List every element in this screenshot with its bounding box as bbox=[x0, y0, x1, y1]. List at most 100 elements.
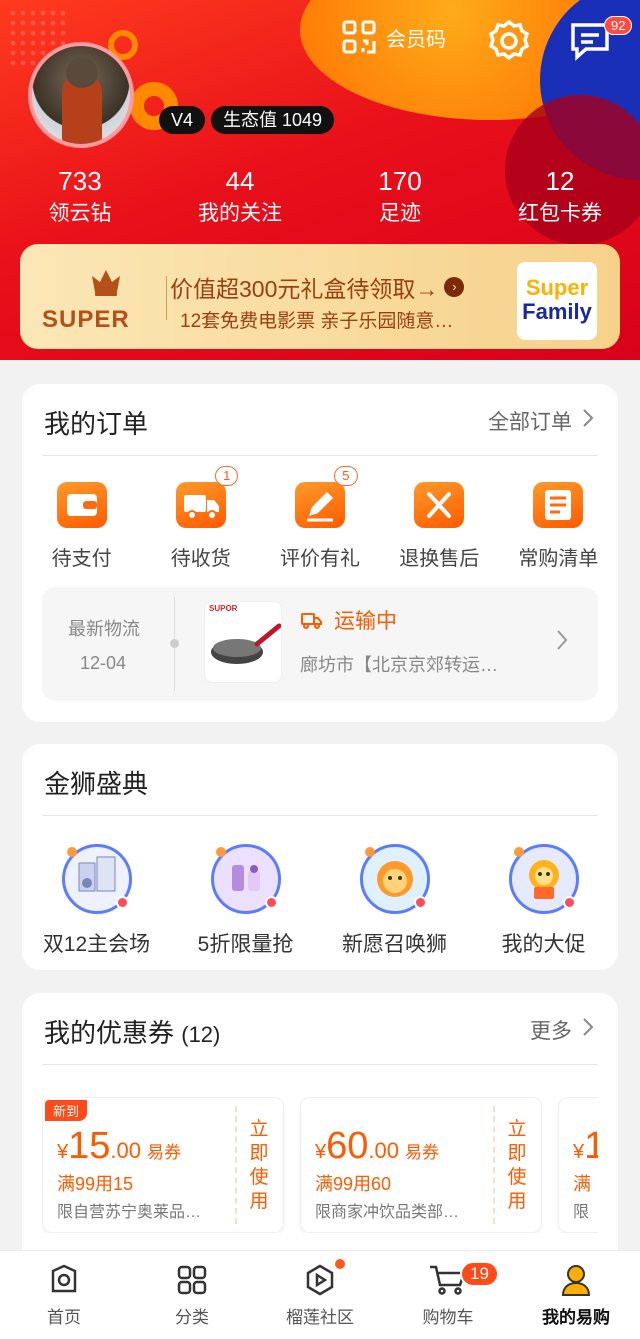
play-community-icon bbox=[306, 1264, 334, 1296]
all-orders-link[interactable]: 全部订单 bbox=[488, 406, 594, 436]
super-headline: 价值超300元礼盒待领取→ › bbox=[170, 270, 465, 304]
chevron-right-icon bbox=[556, 629, 568, 657]
stat-value: 44 bbox=[225, 166, 255, 196]
pen-icon bbox=[295, 482, 345, 528]
stat-value: 12 bbox=[545, 166, 575, 196]
currency-symbol: ¥ bbox=[57, 1141, 69, 1163]
lion-item-main-venue[interactable]: 双12主会场 bbox=[22, 844, 171, 958]
coupon-amount: ¥ 60 .00 易券 bbox=[315, 1126, 439, 1166]
coupon-item[interactable]: ¥ 60 .00 易券 满99用60 限商家冲饮品类部… 立即使用 bbox=[300, 1097, 542, 1233]
gear-icon bbox=[488, 19, 530, 61]
lion-item-label: 双12主会场 bbox=[42, 933, 151, 956]
lion-gift-icon bbox=[508, 844, 579, 914]
stat-label: 足迹 bbox=[379, 202, 421, 225]
order-review[interactable]: 5 评价有礼 bbox=[260, 466, 379, 571]
eco-value-badge[interactable]: 生态值 1049 bbox=[211, 106, 335, 134]
logistics-status-text: 运输中 bbox=[334, 610, 397, 633]
level-badge[interactable]: V4 bbox=[159, 106, 206, 134]
currency-symbol: ¥ bbox=[573, 1141, 585, 1163]
coupon-divider bbox=[493, 1106, 495, 1224]
wallet-icon bbox=[56, 482, 107, 528]
lion-item-half-price[interactable]: 5折限量抢 bbox=[171, 844, 320, 958]
coupon-description: 限商家冲饮品类部… bbox=[315, 1204, 460, 1221]
coupon-item-partial[interactable]: ¥ 1 满 限 bbox=[558, 1097, 598, 1233]
stat-value: 733 bbox=[58, 166, 102, 196]
orange-dot bbox=[66, 847, 77, 857]
super-member-banner[interactable]: SUPER 价值超300元礼盒待领取→ › 12套免费电影票 亲子乐园随意… S… bbox=[20, 244, 620, 349]
tab-home[interactable]: 首页 bbox=[0, 1251, 128, 1339]
chevron-right-icon bbox=[582, 408, 594, 434]
tab-cart[interactable]: 19 购物车 bbox=[384, 1251, 512, 1339]
coupon-item[interactable]: 新到 ¥ 15 .00 易券 满99用15 限自营苏宁奥莱品… 立即使用 bbox=[42, 1097, 284, 1233]
stat-following[interactable]: 44 我的关注 bbox=[160, 165, 320, 231]
golden-lion-card: 金狮盛典 双12主会场 5折限量抢 新愿召唤狮 我的大促 bbox=[22, 744, 618, 970]
product-thumbnail: SUPOR bbox=[204, 601, 282, 683]
all-orders-label: 全部订单 bbox=[488, 411, 572, 434]
settings-button[interactable] bbox=[486, 18, 532, 69]
divider bbox=[42, 455, 598, 456]
orange-dot bbox=[364, 847, 375, 857]
stats-row: 733 领云钻 44 我的关注 170 足迹 12 红包卡券 bbox=[0, 165, 640, 231]
divider bbox=[42, 1064, 598, 1065]
stat-value: 170 bbox=[378, 166, 422, 196]
stat-footprint[interactable]: 170 足迹 bbox=[320, 165, 480, 231]
bottom-tab-bar: 首页 分类 榴莲社区 19 购物车 我的易购 bbox=[0, 1250, 640, 1339]
list-icon bbox=[533, 482, 584, 528]
avatar[interactable] bbox=[28, 42, 134, 148]
order-pending-receipt[interactable]: 1 待收货 bbox=[141, 466, 260, 571]
notification-dot bbox=[335, 1259, 345, 1269]
amount-decimal: .00 bbox=[110, 1138, 141, 1163]
order-status-label: 待收货 bbox=[170, 548, 231, 570]
logistics-status: 运输中 bbox=[300, 605, 397, 635]
lion-item-label: 5折限量抢 bbox=[197, 933, 294, 956]
orange-dot bbox=[513, 847, 524, 857]
chevron-right-icon bbox=[582, 1017, 594, 1043]
lion-item-label: 新愿召唤狮 bbox=[342, 933, 447, 956]
coupon-divider bbox=[235, 1106, 237, 1224]
use-now-button[interactable]: 立即使用 bbox=[248, 1118, 270, 1214]
coupons-more-label: 更多 bbox=[530, 1020, 572, 1043]
order-pending-payment[interactable]: 待支付 bbox=[22, 476, 141, 571]
coupons-more-link[interactable]: 更多 bbox=[530, 1015, 594, 1045]
lion-item-label: 我的大促 bbox=[501, 933, 586, 956]
tab-my-account[interactable]: 我的易购 bbox=[512, 1251, 640, 1339]
coupons-title: 我的优惠券 (12) bbox=[44, 1013, 220, 1050]
order-after-sales[interactable]: 退换售后 bbox=[380, 476, 499, 571]
stat-label: 领云钻 bbox=[48, 202, 112, 225]
member-code-button[interactable]: 会员码 bbox=[342, 20, 446, 54]
home-icon bbox=[51, 1264, 77, 1293]
super-family-line1: Super bbox=[525, 275, 589, 300]
red-dot bbox=[413, 896, 427, 909]
tab-community[interactable]: 榴莲社区 bbox=[256, 1251, 384, 1339]
order-purchase-list[interactable]: 常购清单 bbox=[499, 476, 618, 571]
tab-category[interactable]: 分类 bbox=[128, 1251, 256, 1339]
tab-label: 我的易购 bbox=[542, 1308, 610, 1327]
coupon-unit: 易券 bbox=[147, 1143, 181, 1162]
stat-coupons[interactable]: 12 红包卡券 bbox=[480, 165, 640, 231]
timeline-dot bbox=[170, 639, 179, 648]
cart-count-badge: 19 bbox=[460, 1261, 499, 1287]
amount-integer: 1 bbox=[584, 1125, 598, 1167]
delivery-truck-icon bbox=[301, 613, 322, 629]
frying-pan-icon bbox=[211, 623, 281, 664]
coupon-description: 限 bbox=[573, 1204, 590, 1221]
lion-item-my-promo[interactable]: 我的大促 bbox=[469, 844, 618, 958]
order-status-row: 待支付 1 待收货 5 评价有礼 退换售后 常购清单 bbox=[22, 466, 618, 571]
divider bbox=[42, 815, 598, 816]
stat-cloud-diamond[interactable]: 733 领云钻 bbox=[0, 165, 160, 231]
use-now-button[interactable]: 立即使用 bbox=[506, 1118, 528, 1214]
arrow-right-icon: › bbox=[444, 277, 465, 297]
tab-label: 购物车 bbox=[422, 1308, 474, 1327]
tab-label: 首页 bbox=[47, 1308, 81, 1327]
coupon-list: 新到 ¥ 15 .00 易券 满99用15 限自营苏宁奥莱品… 立即使用 ¥ 6… bbox=[42, 1097, 598, 1233]
order-count-badge: 5 bbox=[334, 466, 358, 486]
golden-lion-row: 双12主会场 5折限量抢 新愿召唤狮 我的大促 bbox=[22, 844, 618, 958]
lion-mascot-icon bbox=[359, 844, 430, 914]
red-dot bbox=[115, 896, 129, 909]
orange-dot bbox=[215, 847, 226, 857]
latest-logistics[interactable]: 最新物流 12-04 SUPOR 运输中 廊坊市【北京京郊转运… bbox=[42, 587, 598, 701]
order-count-badge: 1 bbox=[215, 466, 239, 486]
lion-item-summon[interactable]: 新愿召唤狮 bbox=[320, 844, 469, 958]
avatar-figure-head bbox=[66, 58, 98, 88]
message-count-badge: 92 bbox=[604, 16, 633, 35]
